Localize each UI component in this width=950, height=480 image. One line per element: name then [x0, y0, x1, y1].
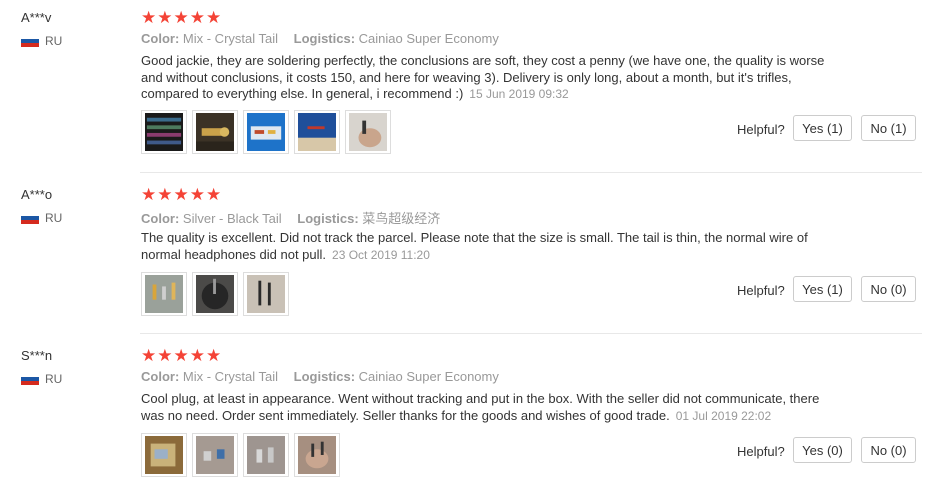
logistics-value: Cainiao Super Economy [358, 31, 499, 46]
review-photo-thumbnail[interactable] [192, 433, 238, 477]
star-icon: ★ [173, 8, 189, 27]
review-photos [141, 272, 289, 316]
star-icon: ★ [157, 8, 173, 27]
reviewer-country: RU [21, 372, 62, 386]
review-photo-thumbnail[interactable] [192, 110, 238, 154]
star-icon: ★ [189, 8, 205, 27]
review-text: The quality is excellent. Did not track … [141, 230, 841, 263]
russia-flag-icon [21, 373, 39, 385]
review-photo-thumbnail[interactable] [141, 272, 187, 316]
review-date: 23 Oct 2019 11:20 [332, 247, 430, 262]
reviewer-name: A***o [21, 187, 53, 202]
reviewer-country: RU [21, 211, 62, 225]
review-text: Cool plug, at least in appearance. Went … [141, 391, 841, 424]
country-code: RU [45, 372, 63, 386]
star-icon: ★ [141, 346, 157, 365]
logistics-label: Logistics: [293, 31, 356, 46]
star-icon: ★ [189, 185, 205, 204]
review-photo-thumbnail[interactable] [141, 433, 187, 477]
review-photo-thumbnail[interactable] [243, 110, 289, 154]
helpful-yes-button[interactable]: Yes (0) [793, 437, 852, 463]
star-icon: ★ [157, 346, 173, 365]
star-icon: ★ [173, 346, 189, 365]
color-value: Silver - Black Tail [182, 211, 282, 226]
review-date: 01 Jul 2019 22:02 [675, 408, 772, 423]
reviewer-country: RU [21, 34, 62, 48]
review-photo-thumbnail[interactable] [141, 110, 187, 154]
review-text: Good jackie, they are soldering perfectl… [141, 53, 841, 103]
logistics-label: Logistics: [297, 211, 359, 226]
review-photo-thumbnail[interactable] [345, 110, 391, 154]
review-photos [141, 433, 340, 477]
helpful-no-button[interactable]: No (0) [861, 437, 916, 463]
review-attributes: Color: Silver - Black Tail Logistics: 菜鸟… [141, 208, 440, 227]
reviewer-name: S***n [21, 348, 53, 363]
review-body: The quality is excellent. Did not track … [141, 230, 808, 262]
helpful-label: Helpful? [737, 444, 785, 459]
helpful-no-button[interactable]: No (1) [861, 115, 916, 141]
star-rating: ★ ★ ★ ★ ★ [141, 185, 222, 204]
country-code: RU [45, 34, 63, 48]
star-rating: ★ ★ ★ ★ ★ [141, 346, 222, 365]
helpful-yes-button[interactable]: Yes (1) [793, 115, 852, 141]
reviewer-name: A***v [21, 10, 52, 25]
star-icon: ★ [141, 185, 157, 204]
star-rating: ★ ★ ★ ★ ★ [141, 8, 222, 27]
star-icon: ★ [141, 8, 157, 27]
review-photo-thumbnail[interactable] [294, 110, 340, 154]
star-icon: ★ [157, 185, 173, 204]
russia-flag-icon [21, 35, 39, 47]
review-photo-thumbnail[interactable] [294, 433, 340, 477]
russia-flag-icon [21, 212, 39, 224]
helpful-yes-button[interactable]: Yes (1) [793, 276, 852, 302]
review-divider [140, 172, 922, 173]
star-icon: ★ [206, 8, 222, 27]
color-label: Color: [141, 31, 180, 46]
country-code: RU [45, 211, 63, 225]
review-date: 15 Jun 2019 09:32 [469, 87, 569, 101]
logistics-value: Cainiao Super Economy [358, 369, 499, 384]
color-value: Mix - Crystal Tail [182, 31, 279, 46]
helpful-label: Helpful? [737, 283, 785, 298]
color-value: Mix - Crystal Tail [182, 369, 279, 384]
logistics-label: Logistics: [293, 369, 356, 384]
star-icon: ★ [189, 346, 205, 365]
star-icon: ★ [206, 185, 222, 204]
review-photo-thumbnail[interactable] [243, 433, 289, 477]
logistics-value: 菜鸟超级经济 [362, 211, 441, 226]
review-photo-thumbnail[interactable] [243, 272, 289, 316]
star-icon: ★ [173, 185, 189, 204]
review-photos [141, 110, 391, 154]
review-attributes: Color: Mix - Crystal Tail Logistics: Cai… [141, 369, 499, 384]
review-attributes: Color: Mix - Crystal Tail Logistics: Cai… [141, 31, 499, 46]
color-label: Color: [141, 211, 180, 226]
helpful-no-button[interactable]: No (0) [861, 276, 916, 302]
color-label: Color: [141, 369, 180, 384]
review-photo-thumbnail[interactable] [192, 272, 238, 316]
star-icon: ★ [206, 346, 222, 365]
helpful-label: Helpful? [737, 122, 785, 137]
review-divider [140, 333, 922, 334]
